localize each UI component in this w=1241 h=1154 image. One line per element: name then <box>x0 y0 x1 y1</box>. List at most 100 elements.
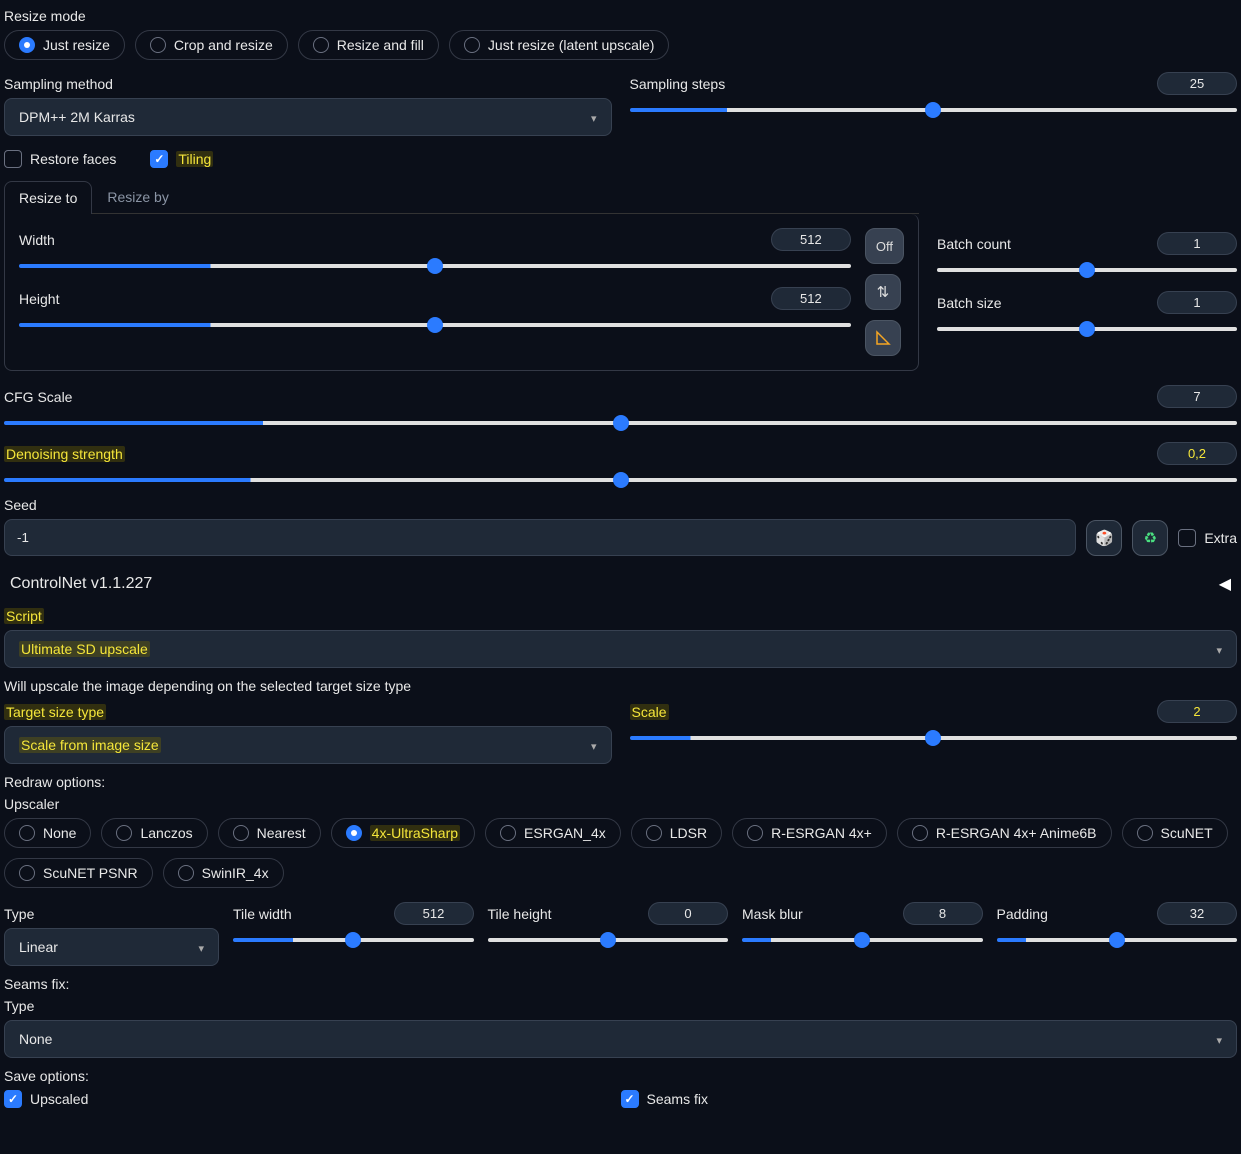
radio-dot-icon <box>912 825 928 841</box>
resize-mode-label: Resize mode <box>4 8 1237 24</box>
tile-width-value[interactable]: 512 <box>394 902 474 925</box>
tab-resize-to[interactable]: Resize to <box>4 181 92 214</box>
radio-scunet-psnr[interactable]: ScuNET PSNR <box>4 858 153 888</box>
denoise-value[interactable]: 0,2 <box>1157 442 1237 465</box>
chevron-down-icon <box>1216 641 1222 657</box>
ruler-icon[interactable] <box>865 320 901 356</box>
type-select[interactable]: Linear <box>4 928 219 966</box>
sampling-method-label: Sampling method <box>4 76 612 92</box>
target-size-value: Scale from image size <box>19 737 161 753</box>
cfg-label: CFG Scale <box>4 389 72 405</box>
radio-just-resize[interactable]: Just resize <box>4 30 125 60</box>
script-value: Ultimate SD upscale <box>19 641 150 657</box>
save-label: Save options: <box>4 1068 1237 1084</box>
radio-crop-and-resize[interactable]: Crop and resize <box>135 30 288 60</box>
radio-label: ScuNET PSNR <box>43 865 138 881</box>
sampling-steps-label: Sampling steps <box>630 76 726 92</box>
seed-input[interactable] <box>4 519 1076 556</box>
mask-blur-slider[interactable] <box>742 938 983 942</box>
tiling-checkbox[interactable]: Tiling <box>150 150 213 168</box>
mask-blur-value[interactable]: 8 <box>903 902 983 925</box>
padding-value[interactable]: 32 <box>1157 902 1237 925</box>
seams-label: Seams fix: <box>4 976 1237 992</box>
radio-dot-icon <box>346 825 362 841</box>
type-label: Type <box>4 906 219 922</box>
batch-count-value[interactable]: 1 <box>1157 232 1237 255</box>
radio-swinir-4x[interactable]: SwinIR_4x <box>163 858 284 888</box>
radio-esrgan-4x[interactable]: ESRGAN_4x <box>485 818 621 848</box>
radio-nearest[interactable]: Nearest <box>218 818 321 848</box>
target-size-label: Target size type <box>4 704 106 720</box>
chevron-down-icon <box>591 109 597 125</box>
seams-fix-checkbox[interactable]: Seams fix <box>621 1090 708 1108</box>
cfg-value[interactable]: 7 <box>1157 385 1237 408</box>
tab-resize-by[interactable]: Resize by <box>92 180 183 213</box>
target-size-select[interactable]: Scale from image size <box>4 726 612 764</box>
radio-label: Resize and fill <box>337 37 424 53</box>
sampling-method-select[interactable]: DPM++ 2M Karras <box>4 98 612 136</box>
tiling-label: Tiling <box>176 151 213 167</box>
restore-faces-checkbox[interactable]: Restore faces <box>4 150 116 168</box>
radio-dot-icon <box>19 865 35 881</box>
padding-slider[interactable] <box>997 938 1238 942</box>
radio-label: ScuNET <box>1161 825 1213 841</box>
radio-4x-ultrasharp[interactable]: 4x-UltraSharp <box>331 818 475 848</box>
radio-label: SwinIR_4x <box>202 865 269 881</box>
width-value[interactable]: 512 <box>771 228 851 251</box>
chevron-down-icon <box>1216 1031 1222 1047</box>
radio-dot-icon <box>19 37 35 53</box>
controlnet-header[interactable]: ControlNet v1.1.227 <box>10 575 152 593</box>
tile-height-slider[interactable] <box>488 938 729 942</box>
dice-icon[interactable]: 🎲 <box>1086 520 1122 556</box>
batch-count-slider[interactable] <box>937 268 1237 272</box>
script-select[interactable]: Ultimate SD upscale <box>4 630 1237 668</box>
radio-label: Just resize <box>43 37 110 53</box>
denoise-slider[interactable] <box>4 478 1237 482</box>
recycle-icon[interactable]: ♻ <box>1132 520 1168 556</box>
radio-just-resize-latent-upscale-[interactable]: Just resize (latent upscale) <box>449 30 670 60</box>
radio-label: Lanczos <box>140 825 192 841</box>
upscaled-checkbox[interactable]: Upscaled <box>4 1090 88 1108</box>
radio-dot-icon <box>500 825 516 841</box>
triangle-left-icon[interactable]: ◀ <box>1219 574 1231 594</box>
chevron-down-icon <box>591 737 597 753</box>
seams-type-select[interactable]: None <box>4 1020 1237 1058</box>
seams-type-label: Type <box>4 998 1237 1014</box>
height-slider[interactable] <box>19 323 851 327</box>
radio-none[interactable]: None <box>4 818 91 848</box>
tile-width-slider[interactable] <box>233 938 474 942</box>
mask-blur-label: Mask blur <box>742 906 803 922</box>
scale-value[interactable]: 2 <box>1157 700 1237 723</box>
batch-size-value[interactable]: 1 <box>1157 291 1237 314</box>
sampling-method-value: DPM++ 2M Karras <box>19 109 135 125</box>
radio-dot-icon <box>646 825 662 841</box>
scale-slider[interactable] <box>630 736 1238 740</box>
radio-resize-and-fill[interactable]: Resize and fill <box>298 30 439 60</box>
off-button[interactable]: Off <box>865 228 904 264</box>
radio-label: None <box>43 825 76 841</box>
radio-r-esrgan-4x-anime6b[interactable]: R-ESRGAN 4x+ Anime6B <box>897 818 1112 848</box>
width-slider[interactable] <box>19 264 851 268</box>
radio-dot-icon <box>747 825 763 841</box>
radio-lanczos[interactable]: Lanczos <box>101 818 207 848</box>
radio-ldsr[interactable]: LDSR <box>631 818 722 848</box>
type-value: Linear <box>19 939 58 955</box>
radio-dot-icon <box>233 825 249 841</box>
sampling-steps-slider[interactable] <box>630 108 1238 112</box>
radio-dot-icon <box>464 37 480 53</box>
radio-dot-icon <box>19 825 35 841</box>
batch-count-label: Batch count <box>937 236 1011 252</box>
radio-scunet[interactable]: ScuNET <box>1122 818 1228 848</box>
swap-dimensions-button[interactable]: ⇅ <box>865 274 901 310</box>
height-value[interactable]: 512 <box>771 287 851 310</box>
cfg-slider[interactable] <box>4 421 1237 425</box>
radio-r-esrgan-4x-[interactable]: R-ESRGAN 4x+ <box>732 818 887 848</box>
radio-label: ESRGAN_4x <box>524 825 606 841</box>
sampling-steps-value[interactable]: 25 <box>1157 72 1237 95</box>
width-label: Width <box>19 232 55 248</box>
height-label: Height <box>19 291 59 307</box>
extra-checkbox[interactable]: Extra <box>1178 529 1237 547</box>
radio-label: R-ESRGAN 4x+ Anime6B <box>936 825 1097 841</box>
batch-size-slider[interactable] <box>937 327 1237 331</box>
tile-height-value[interactable]: 0 <box>648 902 728 925</box>
